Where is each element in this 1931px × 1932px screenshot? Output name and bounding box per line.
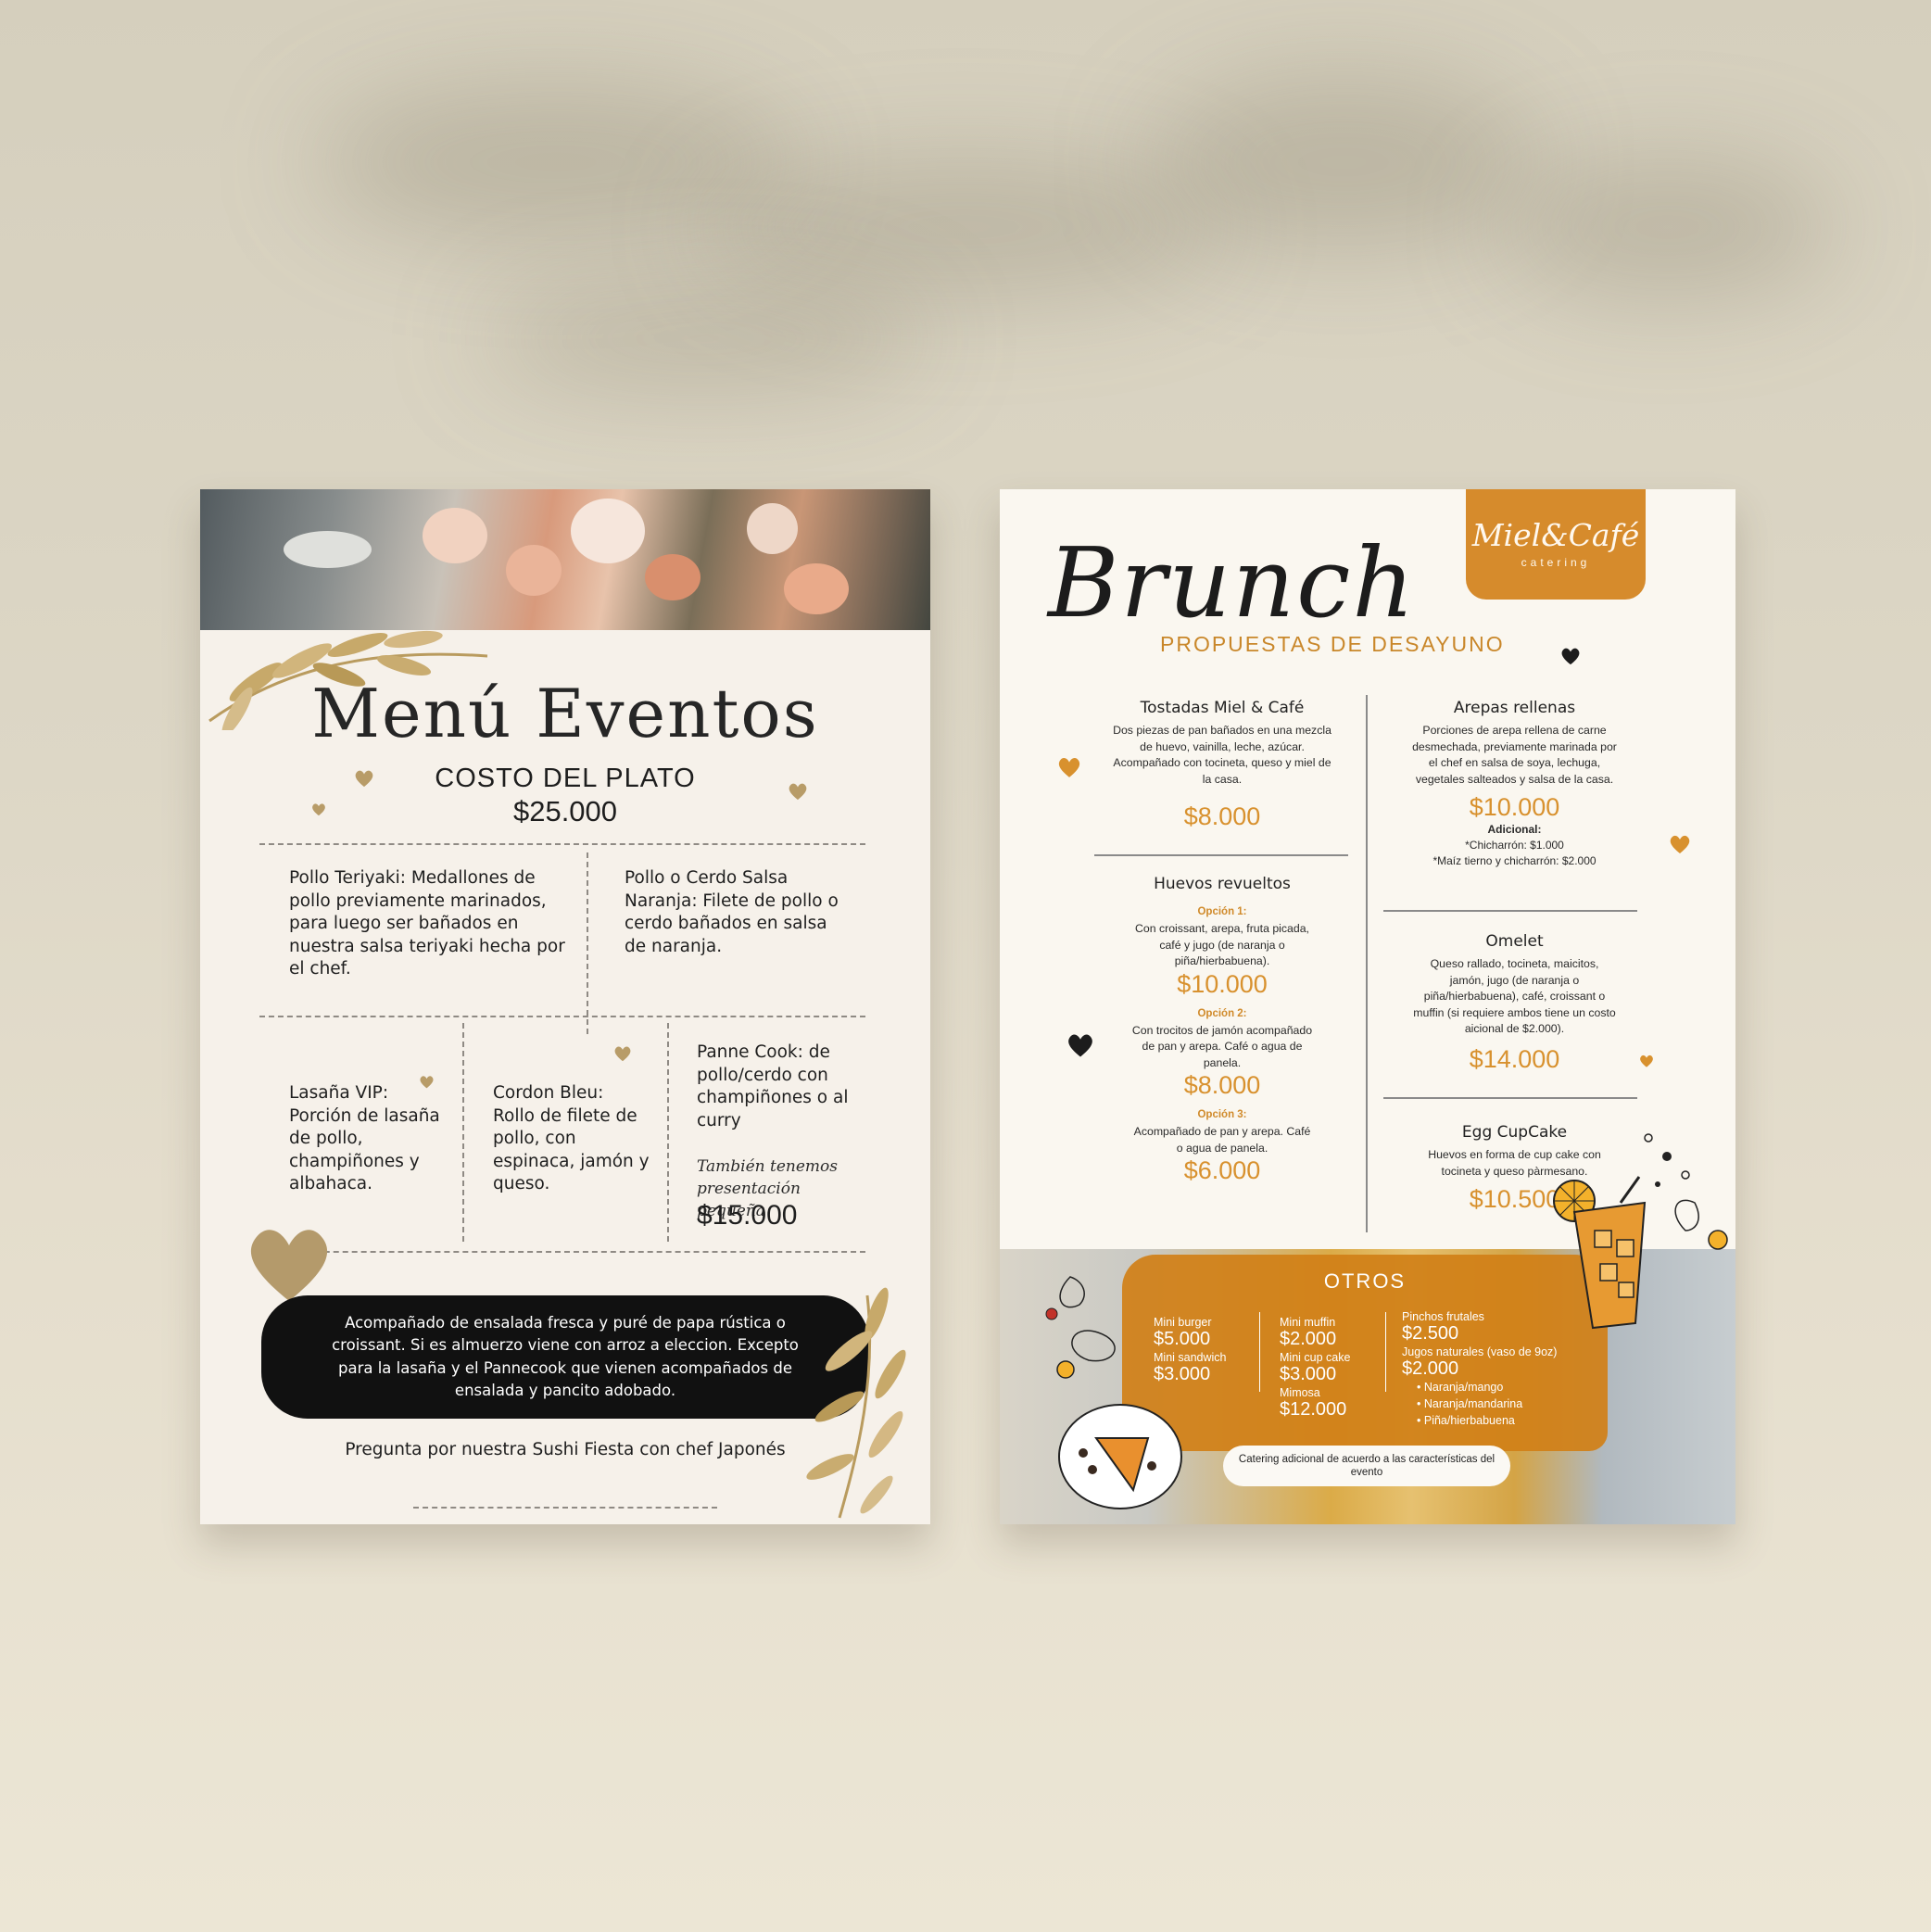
small-presentation-price: $15.000 — [697, 1200, 798, 1231]
divider — [1366, 695, 1368, 1232]
item-huevos-revueltos: Huevos revueltos Opción 1: Con croissant… — [1083, 875, 1361, 1185]
item-price: $10.000 — [1469, 793, 1560, 821]
otros-item-name: Mini muffin — [1280, 1316, 1336, 1329]
catering-note: Catering adicional de acuerdo a las cara… — [1223, 1446, 1510, 1486]
divider — [1094, 854, 1348, 856]
extra-line: *Chicharrón: $1.000 — [1465, 839, 1564, 852]
divider — [1383, 1097, 1637, 1099]
extra-line: *Maíz tierno y chicharrón: $2.000 — [1432, 854, 1597, 867]
waffle-plate-icon — [1058, 1404, 1182, 1509]
divider — [413, 1507, 717, 1509]
item-title: Arepas rellenas — [1453, 699, 1576, 717]
divider — [667, 1023, 669, 1242]
option-description: Acompañado de pan y arepa. Café o agua d… — [1133, 1125, 1311, 1155]
leaf-shadow — [1501, 158, 1835, 297]
logo-text: Miel&Café — [1471, 517, 1640, 553]
otros-item-name: Mini cup cake — [1280, 1351, 1351, 1364]
heart-icon — [1058, 758, 1080, 777]
item-price: $14.000 — [1469, 1044, 1560, 1073]
otros-item-price: $2.000 — [1280, 1329, 1337, 1349]
item-title: Egg CupCake — [1461, 1123, 1568, 1142]
heart-icon — [789, 783, 807, 801]
otros-item-name: Jugos naturales (vaso de 9oz) — [1402, 1345, 1558, 1358]
juice-flavor-label: Naranja/mandarina — [1423, 1397, 1523, 1410]
option-label: Opción 3: — [1197, 1109, 1247, 1120]
otros-item-name: Pinchos frutales — [1402, 1310, 1484, 1323]
page-title: Menú Eventos — [311, 675, 819, 752]
dish-lasana-vip: Lasaña VIP: Porción de lasaña de pollo, … — [289, 1083, 440, 1193]
option-price: $6.000 — [1183, 1156, 1261, 1184]
dish-panne-cook: Panne Cook: de pollo/cerdo con champiñon… — [697, 1042, 849, 1130]
otros-panel: OTROS Mini burger $5.000 Mini sandwich $… — [1122, 1255, 1608, 1451]
juice-flavor: • Naranja/mango — [1417, 1381, 1504, 1394]
divider — [1259, 1312, 1260, 1392]
heart-icon — [250, 1230, 328, 1301]
dish-cordon-bleu: Cordon Bleu: Rollo de filete de pollo, c… — [493, 1083, 650, 1193]
option-description: Con trocitos de jamón acompañado de pan … — [1131, 1023, 1313, 1069]
item-title: Tostadas Miel & Café — [1140, 699, 1305, 717]
brand-logo: Miel&Café catering — [1466, 489, 1646, 600]
leaf-shadow — [704, 158, 1223, 297]
item-title: Huevos revueltos — [1154, 875, 1291, 893]
cost-label: COSTO DEL PLATO — [435, 764, 696, 793]
heart-icon — [1561, 648, 1580, 665]
dish-pollo-teriyaki: Pollo Teriyaki: Medallones de pollo prev… — [289, 868, 565, 979]
otros-item-price: $5.000 — [1154, 1329, 1211, 1349]
page-title: Brunch — [1048, 526, 1417, 639]
item-description: Porciones de arepa rellena de carne desm… — [1412, 724, 1617, 786]
accompaniment-text: Acompañado de ensalada fresca y puré de … — [332, 1313, 799, 1400]
leaf-shadow — [482, 287, 927, 389]
leaf-shadow — [1149, 74, 1538, 250]
item-tostadas: Tostadas Miel & Café Dos piezas de pan b… — [1083, 699, 1361, 831]
option-label: Opción 1: — [1197, 906, 1247, 917]
extra-label: Adicional: — [1487, 823, 1542, 836]
option-label: Opción 2: — [1197, 1007, 1247, 1019]
page-subtitle: PROPUESTAS DE DESAYUNO — [1160, 632, 1505, 656]
juice-flavor-label: Naranja/mango — [1423, 1381, 1504, 1394]
leaf-branch-icon — [806, 1287, 906, 1519]
item-omelet: Omelet Queso rallado, tocineta, maicitos… — [1378, 932, 1651, 1074]
heart-icon — [614, 1046, 631, 1062]
item-arepas-rellenas: Arepas rellenas Porciones de arepa relle… — [1378, 699, 1651, 869]
item-title: Omelet — [1485, 932, 1544, 951]
otros-item-price: $3.000 — [1154, 1364, 1211, 1384]
option-description: Con croissant, arepa, fruta picada, café… — [1135, 922, 1309, 967]
otros-item-name: Mimosa — [1280, 1386, 1320, 1399]
divider — [462, 1023, 464, 1242]
cost-price: $25.000 — [512, 795, 618, 827]
menu-eventos-sheet: Menú Eventos COSTO DEL PLATO $25.000 Pol… — [200, 489, 930, 1524]
divider — [1385, 1312, 1386, 1392]
accompaniment-banner: Acompañado de ensalada fresca y puré de … — [261, 1295, 869, 1419]
sushi-fiesta-note: Pregunta por nuestra Sushi Fiesta con ch… — [345, 1440, 786, 1459]
divider — [259, 843, 865, 845]
otros-item-price: $12.000 — [1280, 1399, 1347, 1420]
option-price: $10.000 — [1177, 969, 1268, 998]
heart-icon — [1670, 835, 1690, 853]
divider — [259, 1016, 865, 1017]
brunch-sheet: Miel&Café catering Brunch PROPUESTAS DE … — [1000, 489, 1735, 1524]
dish-pollo-naranja: Pollo o Cerdo Salsa Naranja: Filete de p… — [625, 868, 839, 956]
heart-icon — [312, 803, 325, 816]
juice-flavor: • Piña/hierbabuena — [1417, 1414, 1515, 1427]
otros-title: OTROS — [1323, 1269, 1407, 1293]
otros-item-price: $2.500 — [1402, 1323, 1459, 1344]
juice-flavor-label: Piña/hierbabuena — [1423, 1414, 1515, 1427]
otros-item-price: $2.000 — [1402, 1358, 1459, 1379]
leaf-doodle-icon — [1045, 1276, 1116, 1379]
item-description: Queso rallado, tocineta, maicitos, jamón… — [1413, 957, 1616, 1035]
otros-item-price: $3.000 — [1280, 1364, 1337, 1384]
otros-item-name: Mini sandwich — [1154, 1351, 1227, 1364]
divider — [587, 852, 588, 1034]
item-price: $8.000 — [1183, 802, 1261, 830]
item-description: Dos piezas de pan bañados en una mezcla … — [1113, 724, 1332, 786]
doodle-decoration-icon — [1644, 1133, 1728, 1250]
logo-subtitle: catering — [1521, 556, 1591, 569]
juice-flavor: • Naranja/mandarina — [1417, 1397, 1523, 1410]
divider — [259, 1251, 865, 1253]
divider — [1383, 910, 1637, 912]
heart-icon — [355, 770, 373, 788]
otros-item-name: Mini burger — [1154, 1316, 1212, 1329]
option-price: $8.000 — [1183, 1071, 1261, 1099]
